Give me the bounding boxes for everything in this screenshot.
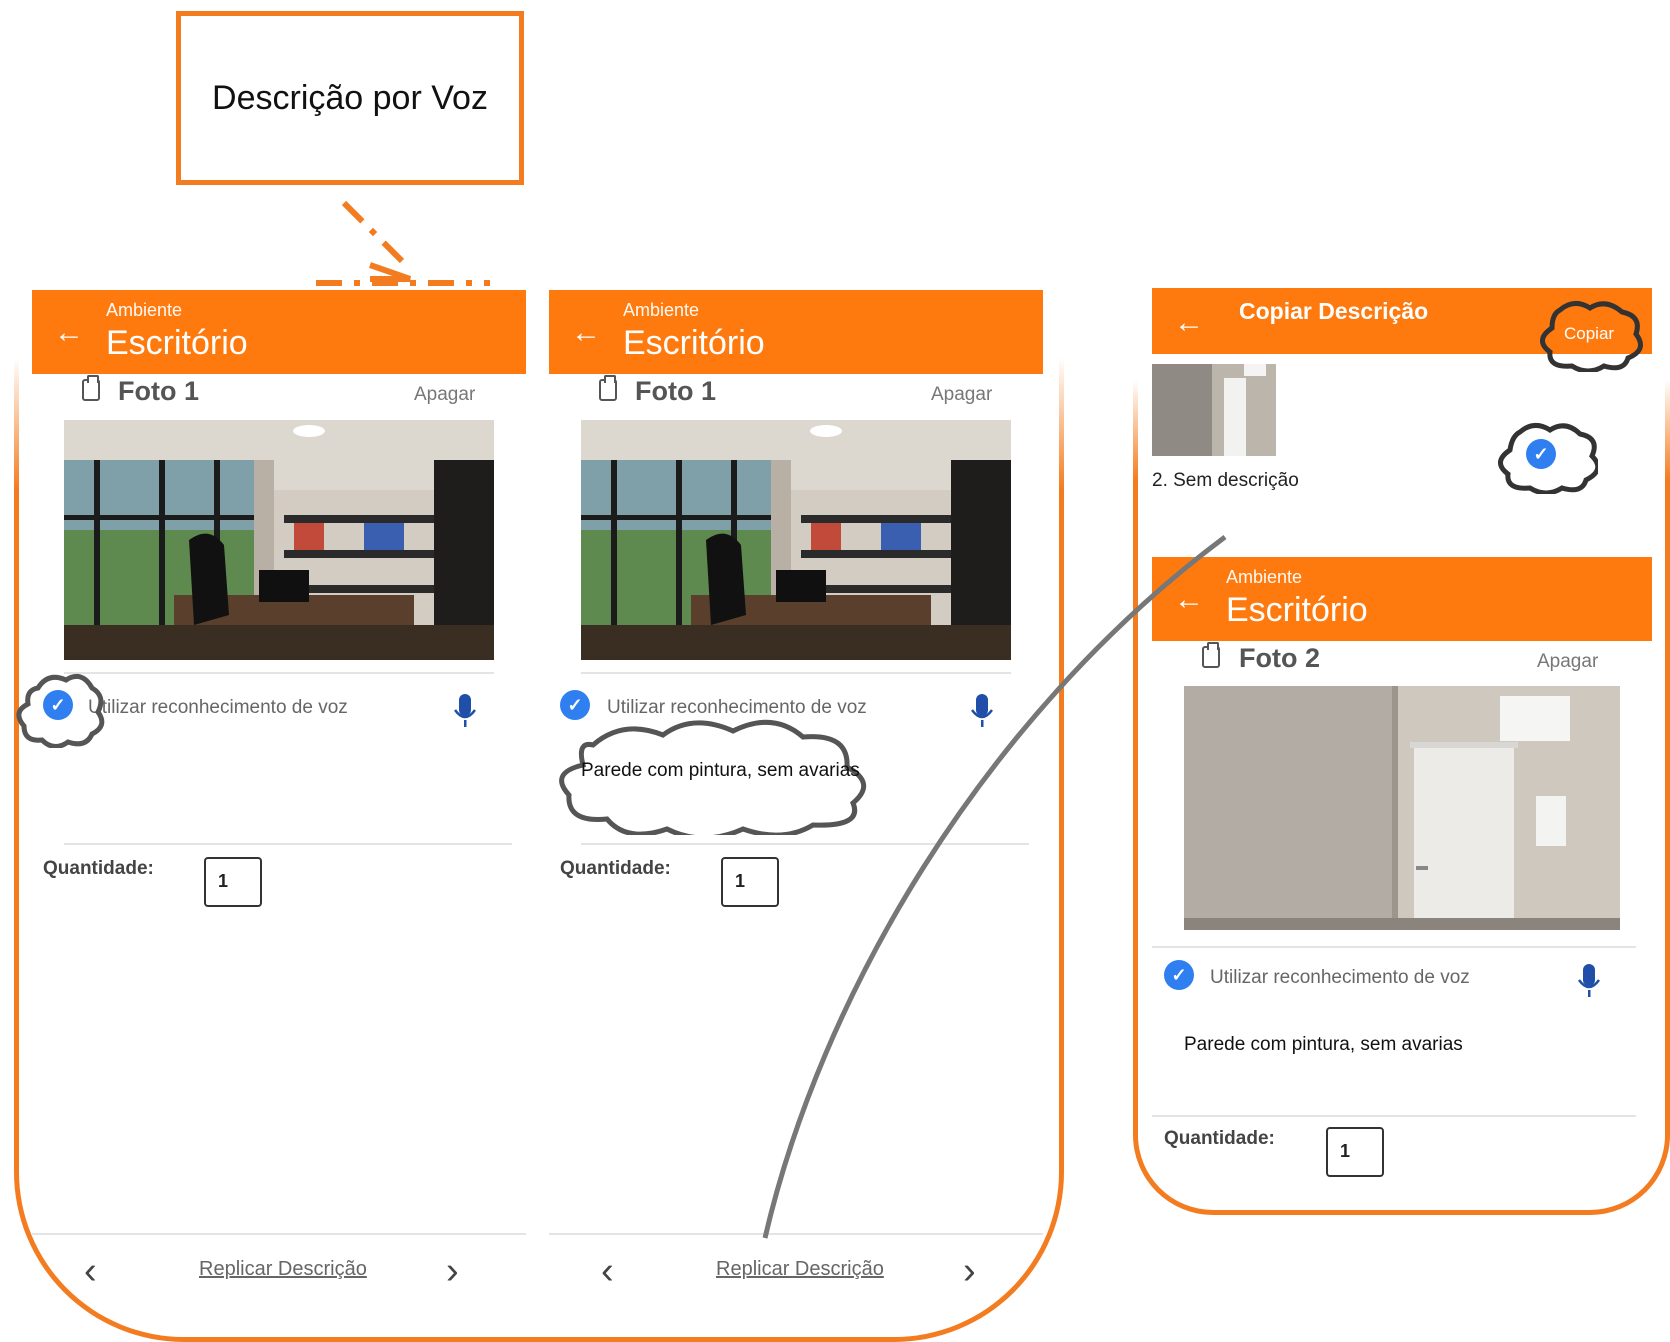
header-subtitle: Ambiente (106, 300, 183, 320)
header-subtitle: Ambiente (623, 300, 700, 320)
header-subtitle: Ambiente (1226, 567, 1303, 587)
microphone-icon[interactable] (971, 694, 993, 728)
replicate-description-link[interactable]: Replicar Descrição (199, 1258, 367, 1281)
screen-2: ← Ambiente Escritório Foto 1 Apagar ✓ Ut… (549, 290, 1043, 1320)
photo-label: Foto 2 (1239, 643, 1320, 673)
callout-label: Descrição por Voz (212, 78, 488, 117)
voice-description-text: Parede com pintura, sem avarias (581, 760, 860, 781)
app-header: ← Ambiente Escritório (1152, 557, 1652, 641)
divider (32, 1233, 526, 1235)
back-arrow-icon[interactable]: ← (54, 318, 84, 348)
divider (549, 1233, 1043, 1235)
voice-recognition-label: Utilizar reconhecimento de voz (88, 697, 348, 718)
check-icon: ✓ (567, 695, 583, 715)
divider (64, 843, 512, 845)
copy-item-thumbnail[interactable] (1152, 364, 1276, 456)
back-arrow-icon[interactable]: ← (1174, 585, 1204, 615)
replicate-description-link[interactable]: Replicar Descrição (716, 1258, 884, 1281)
quantity-label: Quantidade: (43, 858, 154, 879)
office-photo (581, 420, 1011, 660)
divider (1152, 1115, 1636, 1117)
divider (64, 672, 494, 674)
divider (581, 843, 1029, 845)
app-header: ← Ambiente Escritório (549, 290, 1043, 374)
divider (581, 672, 1011, 674)
quantity-input[interactable]: 1 (721, 857, 779, 907)
highlight-cloud (1498, 423, 1598, 494)
header-title: Escritório (1226, 591, 1368, 629)
quantity-label: Quantidade: (1164, 1128, 1275, 1149)
clipboard-icon (82, 375, 100, 406)
check-icon: ✓ (1171, 965, 1187, 985)
office-photo (64, 420, 494, 660)
chevron-left-icon[interactable]: ‹ (84, 1252, 97, 1290)
back-arrow-icon[interactable]: ← (571, 318, 601, 348)
divider (1152, 946, 1636, 948)
voice-description-callout: Descrição por Voz (176, 11, 524, 185)
header-title: Escritório (623, 324, 765, 362)
back-arrow-icon[interactable]: ← (1174, 308, 1204, 338)
delete-photo-link[interactable]: Apagar (1537, 651, 1598, 673)
photo-label: Foto 1 (118, 376, 199, 406)
microphone-icon[interactable] (454, 694, 476, 728)
chevron-right-icon[interactable]: › (446, 1252, 459, 1290)
delete-photo-link[interactable]: Apagar (931, 384, 992, 406)
microphone-icon[interactable] (1578, 964, 1600, 998)
chevron-left-icon[interactable]: ‹ (601, 1252, 614, 1290)
clipboard-icon (1202, 642, 1220, 673)
copy-dialog-title: Copiar Descrição (1239, 298, 1429, 324)
app-header: ← Ambiente Escritório (32, 290, 526, 374)
highlight-cloud (16, 673, 105, 748)
quantity-label: Quantidade: (560, 858, 671, 879)
voice-recognition-label: Utilizar reconhecimento de voz (1210, 967, 1470, 988)
screen-1: ← Ambiente Escritório Foto 1 Apagar ✓ Ut… (16, 290, 526, 1320)
delete-photo-link[interactable]: Apagar (414, 384, 475, 406)
wall-photo (1184, 686, 1620, 930)
quantity-input[interactable]: 1 (204, 857, 262, 907)
callout-arrow (316, 200, 490, 286)
highlight-cloud (1540, 301, 1643, 372)
voice-description-text: Parede com pintura, sem avarias (1184, 1034, 1463, 1055)
copy-item-caption: 2. Sem descrição (1152, 470, 1299, 491)
chevron-right-icon[interactable]: › (963, 1252, 976, 1290)
clipboard-icon (599, 375, 617, 406)
quantity-input[interactable]: 1 (1326, 1127, 1384, 1177)
voice-recognition-checkbox[interactable]: ✓ (1164, 960, 1194, 990)
header-title: Escritório (106, 324, 248, 362)
photo-label: Foto 1 (635, 376, 716, 406)
